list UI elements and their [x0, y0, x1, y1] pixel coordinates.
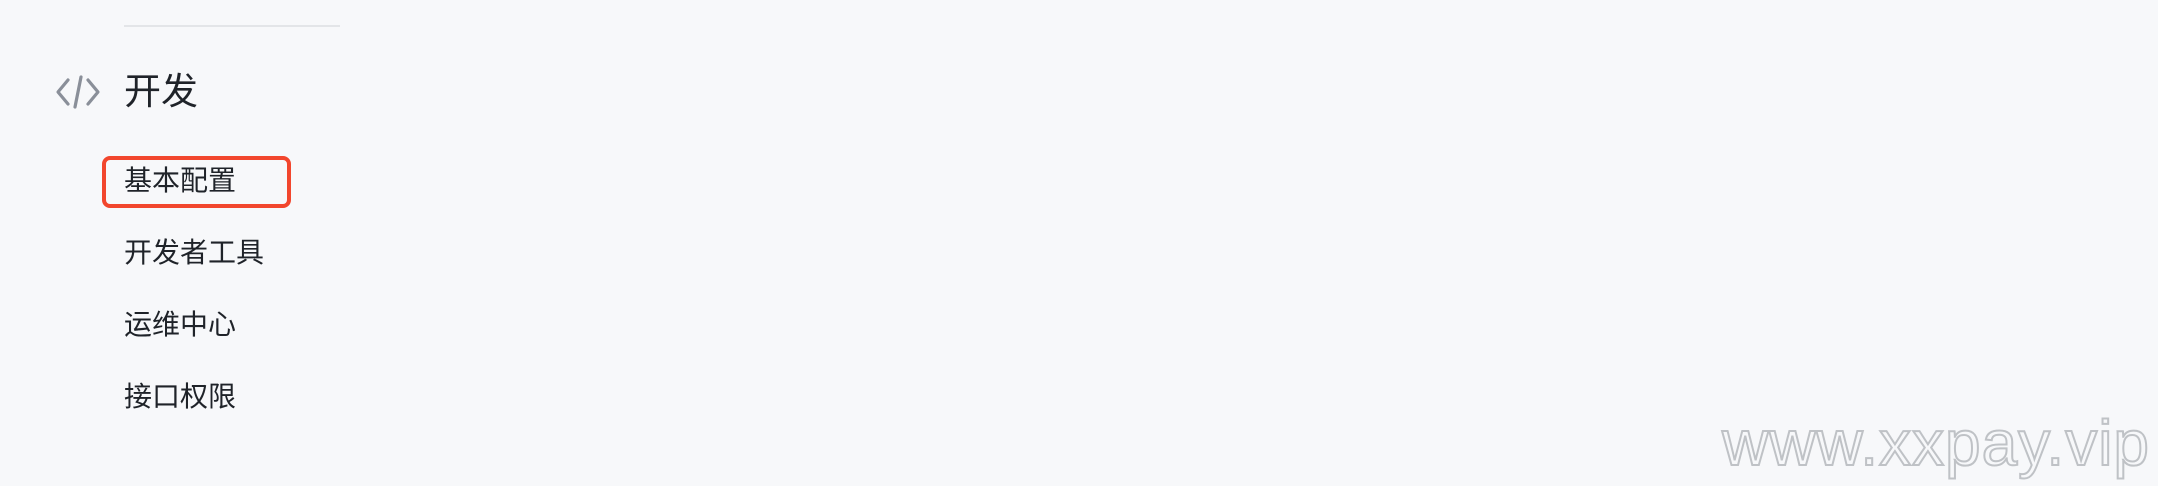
section-title: 开发	[124, 70, 198, 113]
menu-item-label: 基本配置	[124, 164, 237, 197]
menu-item-ops-center[interactable]: 运维中心	[124, 300, 236, 350]
section-header-development[interactable]: 开发	[55, 62, 198, 122]
menu-item-label: 接口权限	[124, 380, 237, 413]
top-divider	[124, 25, 340, 27]
watermark: www.xxpay.vip	[1721, 407, 2150, 479]
menu-item-basic-config[interactable]: 基本配置	[101, 156, 292, 208]
menu-item-label: 开发者工具	[124, 236, 265, 269]
menu-item-api-permissions[interactable]: 接口权限	[124, 372, 236, 422]
code-icon	[55, 74, 101, 110]
menu-item-developer-tools[interactable]: 开发者工具	[124, 228, 264, 278]
menu-item-label: 运维中心	[124, 308, 237, 341]
